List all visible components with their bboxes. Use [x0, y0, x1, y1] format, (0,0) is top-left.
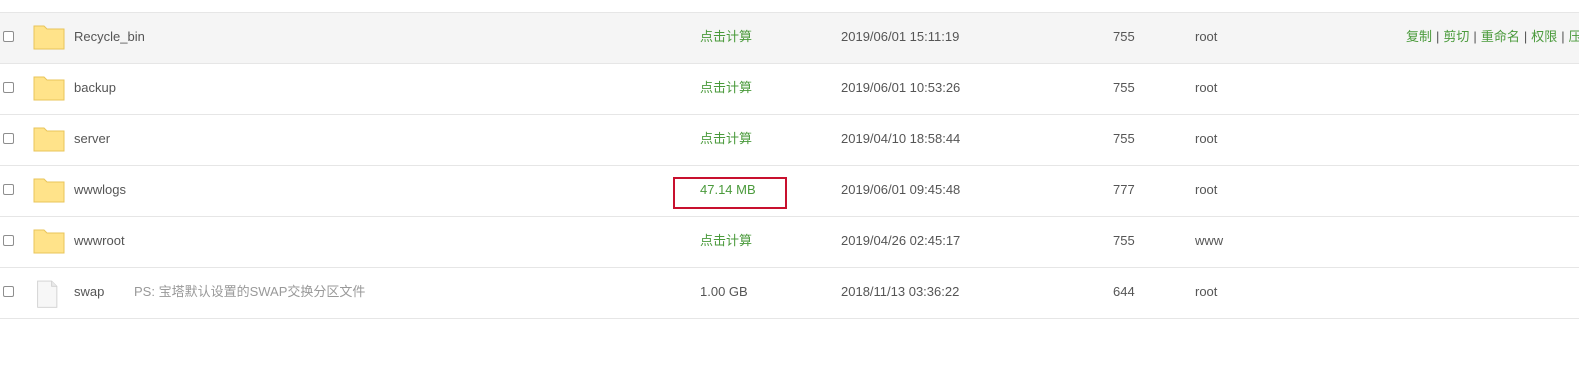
file-name-link[interactable]: Recycle_bin — [74, 13, 145, 63]
permission-value: 755 — [1113, 29, 1135, 44]
file-name-link[interactable]: wwwlogs — [74, 166, 126, 216]
permission-value: 755 — [1113, 233, 1135, 248]
size-calc-link[interactable]: 点击计算 — [700, 217, 752, 267]
table-row[interactable]: wwwroot 点击计算 2019/04/26 02:45:17 755 www — [0, 217, 1579, 268]
owner-value: root — [1195, 284, 1218, 299]
owner-value: root — [1195, 80, 1218, 95]
row-actions: 复制 | 剪切 | 重命名 | 权限 | 压 — [1406, 13, 1579, 63]
owner-value: www — [1195, 233, 1224, 248]
size-calc-link[interactable]: 点击计算 — [700, 13, 752, 63]
modified-time: 2019/04/10 18:58:44 — [841, 131, 961, 146]
modified-time: 2019/06/01 09:45:48 — [841, 182, 961, 197]
row-checkbox[interactable] — [3, 82, 14, 93]
table-row[interactable]: wwwlogs 47.14 MB 2019/06/01 09:45:48 777… — [0, 166, 1579, 217]
file-remark: PS: 宝塔默认设置的SWAP交换分区文件 — [134, 284, 366, 299]
file-name-link[interactable]: swap — [74, 268, 104, 318]
action-separator: | — [1436, 29, 1440, 44]
size-calc-link[interactable]: 点击计算 — [700, 115, 752, 165]
compress-action[interactable]: 压 — [1569, 29, 1579, 44]
folder-icon[interactable] — [33, 176, 65, 203]
modified-time: 2019/04/26 02:45:17 — [841, 233, 961, 248]
table-row[interactable]: server 点击计算 2019/04/10 18:58:44 755 root — [0, 115, 1579, 166]
row-checkbox[interactable] — [3, 235, 14, 246]
action-separator: | — [1561, 29, 1565, 44]
size-value[interactable]: 47.14 MB — [700, 166, 756, 216]
folder-icon[interactable] — [33, 74, 65, 101]
action-separator: | — [1523, 29, 1528, 44]
table-row[interactable]: backup 点击计算 2019/06/01 10:53:26 755 root — [0, 64, 1579, 115]
table-row[interactable]: Recycle_bin 点击计算 2019/06/01 15:11:19 755… — [0, 13, 1579, 64]
permission-value: 644 — [1113, 284, 1135, 299]
owner-value: root — [1195, 182, 1218, 197]
size-calc-link[interactable]: 点击计算 — [700, 64, 752, 114]
folder-icon[interactable] — [33, 23, 65, 50]
file-name-link[interactable]: server — [74, 115, 110, 165]
table-row[interactable]: swap PS: 宝塔默认设置的SWAP交换分区文件 1.00 GB 2018/… — [0, 268, 1579, 319]
cut-action[interactable]: 剪切 — [1443, 29, 1469, 44]
size-value: 1.00 GB — [700, 284, 748, 299]
permission-value: 755 — [1113, 131, 1135, 146]
modified-time: 2019/06/01 15:11:19 — [841, 29, 960, 44]
permission-value: 755 — [1113, 80, 1135, 95]
permission-value: 777 — [1113, 182, 1135, 197]
permission-action[interactable]: 权限 — [1531, 29, 1557, 44]
folder-icon[interactable] — [33, 227, 65, 254]
row-checkbox[interactable] — [3, 133, 14, 144]
owner-value: root — [1195, 29, 1218, 44]
row-checkbox[interactable] — [3, 31, 14, 42]
folder-icon[interactable] — [33, 125, 65, 152]
owner-value: root — [1195, 131, 1218, 146]
copy-action[interactable]: 复制 — [1406, 29, 1432, 44]
modified-time: 2019/06/01 10:53:26 — [841, 80, 961, 95]
rename-action[interactable]: 重命名 — [1481, 29, 1520, 44]
file-icon[interactable] — [35, 276, 63, 308]
file-list-table: Recycle_bin 点击计算 2019/06/01 15:11:19 755… — [0, 13, 1579, 319]
row-checkbox[interactable] — [3, 286, 14, 297]
file-name-link[interactable]: wwwroot — [74, 217, 125, 267]
file-name-link[interactable]: backup — [74, 64, 116, 114]
modified-time: 2018/11/13 03:36:22 — [841, 284, 960, 299]
action-separator: | — [1473, 29, 1477, 44]
row-checkbox[interactable] — [3, 184, 14, 195]
